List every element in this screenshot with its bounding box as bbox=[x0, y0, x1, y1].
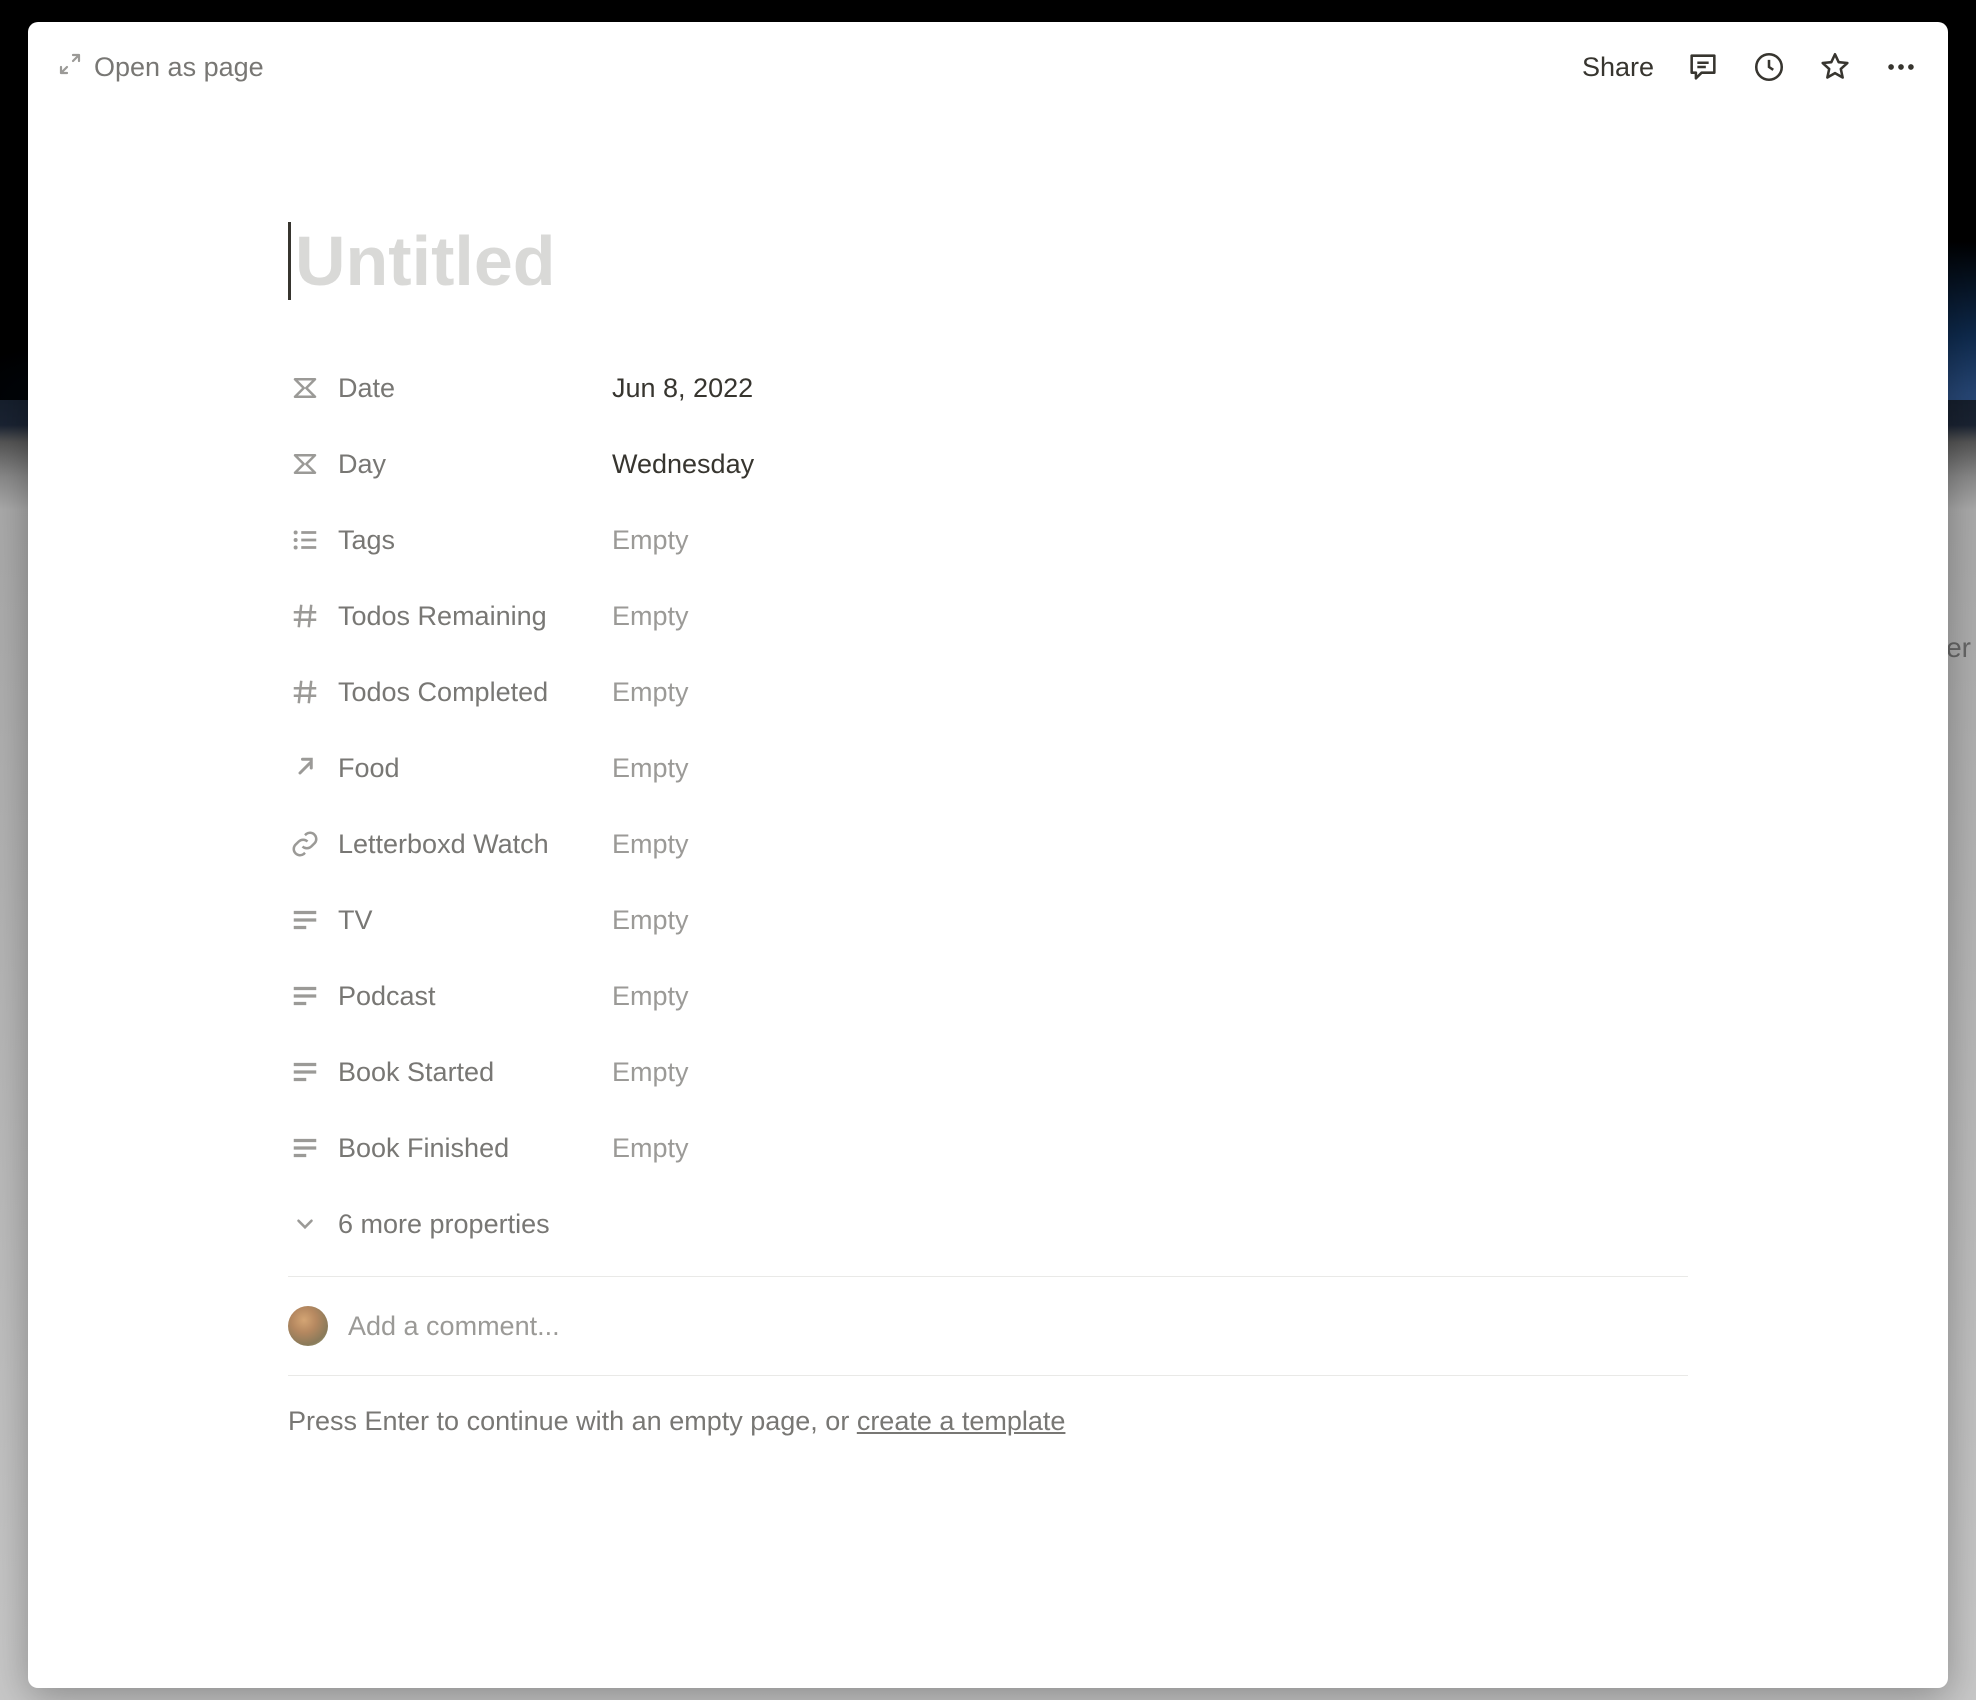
property-value[interactable]: Empty bbox=[612, 1133, 689, 1164]
page-content: Untitled DateJun 8, 2022DayWednesdayTags… bbox=[28, 112, 1948, 1688]
text-icon bbox=[288, 1131, 322, 1165]
property-row[interactable]: TagsEmpty bbox=[288, 502, 1688, 578]
divider bbox=[288, 1276, 1688, 1277]
title-placeholder: Untitled bbox=[295, 226, 556, 296]
property-row[interactable]: PodcastEmpty bbox=[288, 958, 1688, 1034]
property-value[interactable]: Empty bbox=[612, 1057, 689, 1088]
property-label: TV bbox=[322, 905, 612, 936]
properties-list: DateJun 8, 2022DayWednesdayTagsEmptyTodo… bbox=[288, 350, 1688, 1186]
dots-horizontal-icon bbox=[1884, 50, 1918, 84]
property-label: Book Started bbox=[322, 1057, 612, 1088]
divider bbox=[288, 1375, 1688, 1376]
property-row[interactable]: DayWednesday bbox=[288, 426, 1688, 502]
text-icon bbox=[288, 903, 322, 937]
open-as-page-label: Open as page bbox=[94, 52, 264, 83]
page-title-input[interactable]: Untitled bbox=[288, 222, 1688, 300]
number-icon bbox=[288, 675, 322, 709]
page-modal: Open as page Share bbox=[28, 22, 1948, 1688]
property-value[interactable]: Empty bbox=[612, 905, 689, 936]
property-value[interactable]: Empty bbox=[612, 981, 689, 1012]
property-value[interactable]: Jun 8, 2022 bbox=[612, 373, 753, 404]
property-row[interactable]: Todos RemainingEmpty bbox=[288, 578, 1688, 654]
property-label: Letterboxd Watch bbox=[322, 829, 612, 860]
property-label: Todos Remaining bbox=[322, 601, 612, 632]
property-value[interactable]: Wednesday bbox=[612, 449, 754, 480]
favorite-button[interactable] bbox=[1818, 50, 1852, 84]
property-label: Day bbox=[322, 449, 612, 480]
more-button[interactable] bbox=[1884, 50, 1918, 84]
number-icon bbox=[288, 599, 322, 633]
more-properties-button[interactable]: 6 more properties bbox=[288, 1186, 1688, 1262]
property-row[interactable]: DateJun 8, 2022 bbox=[288, 350, 1688, 426]
property-row[interactable]: Book FinishedEmpty bbox=[288, 1110, 1688, 1186]
chevron-down-icon bbox=[288, 1211, 322, 1237]
topbar: Open as page Share bbox=[28, 22, 1948, 112]
property-value[interactable]: Empty bbox=[612, 601, 689, 632]
formula-icon bbox=[288, 371, 322, 405]
property-label: Date bbox=[322, 373, 612, 404]
star-icon bbox=[1818, 50, 1852, 84]
create-template-link[interactable]: create a template bbox=[857, 1406, 1066, 1436]
relation-icon bbox=[288, 751, 322, 785]
hint-text: Press Enter to continue with an empty pa… bbox=[288, 1406, 857, 1436]
property-row[interactable]: Letterboxd WatchEmpty bbox=[288, 806, 1688, 882]
property-value[interactable]: Empty bbox=[612, 677, 689, 708]
property-row[interactable]: FoodEmpty bbox=[288, 730, 1688, 806]
speech-bubble-icon bbox=[1686, 50, 1720, 84]
add-comment-input[interactable]: Add a comment... bbox=[288, 1291, 1688, 1361]
clock-icon bbox=[1752, 50, 1786, 84]
url-icon bbox=[288, 827, 322, 861]
formula-icon bbox=[288, 447, 322, 481]
property-label: Book Finished bbox=[322, 1133, 612, 1164]
open-as-page-button[interactable]: Open as page bbox=[58, 52, 264, 83]
property-label: Podcast bbox=[322, 981, 612, 1012]
text-icon bbox=[288, 1055, 322, 1089]
avatar bbox=[288, 1306, 328, 1346]
property-row[interactable]: Todos CompletedEmpty bbox=[288, 654, 1688, 730]
text-cursor bbox=[288, 222, 291, 300]
comments-button[interactable] bbox=[1686, 50, 1720, 84]
property-value[interactable]: Empty bbox=[612, 753, 689, 784]
property-label: Todos Completed bbox=[322, 677, 612, 708]
more-properties-label: 6 more properties bbox=[338, 1209, 550, 1240]
property-row[interactable]: Book StartedEmpty bbox=[288, 1034, 1688, 1110]
background-cutoff-text: er bbox=[1946, 632, 1971, 664]
topbar-actions: Share bbox=[1582, 50, 1918, 84]
multiselect-icon bbox=[288, 523, 322, 557]
text-icon bbox=[288, 979, 322, 1013]
property-value[interactable]: Empty bbox=[612, 829, 689, 860]
property-value[interactable]: Empty bbox=[612, 525, 689, 556]
expand-icon bbox=[58, 52, 82, 83]
updates-button[interactable] bbox=[1752, 50, 1786, 84]
property-row[interactable]: TVEmpty bbox=[288, 882, 1688, 958]
empty-page-hint: Press Enter to continue with an empty pa… bbox=[288, 1406, 1688, 1437]
comment-placeholder: Add a comment... bbox=[348, 1311, 560, 1342]
property-label: Tags bbox=[322, 525, 612, 556]
property-label: Food bbox=[322, 753, 612, 784]
share-button[interactable]: Share bbox=[1582, 52, 1654, 83]
